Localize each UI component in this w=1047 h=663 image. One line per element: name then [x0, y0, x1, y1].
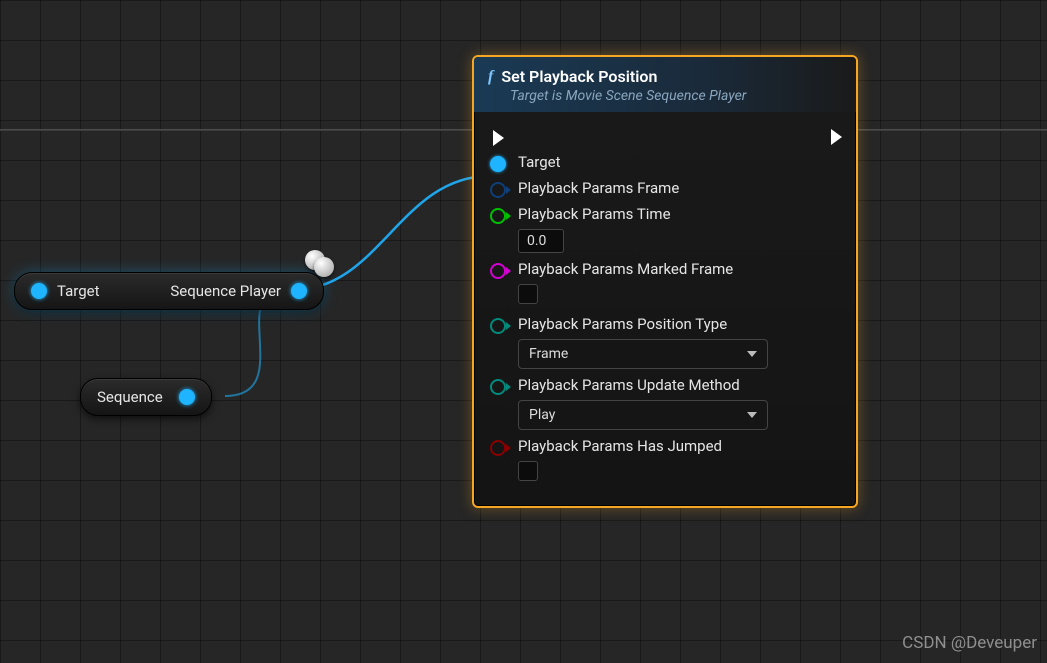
- dropdown-position-type-value: Frame: [529, 346, 568, 362]
- exec-in-pin[interactable]: [493, 130, 504, 146]
- node-set-playback-position[interactable]: f Set Playback Position Target is Movie …: [472, 55, 858, 508]
- input-pin-marked-frame[interactable]: [490, 263, 506, 279]
- label-has-jumped: Playback Params Has Jumped: [518, 437, 842, 455]
- input-pin-time[interactable]: [490, 208, 506, 224]
- input-pin-position-type[interactable]: [490, 318, 506, 334]
- chevron-down-icon: [747, 412, 757, 418]
- node-subtitle: Target is Movie Scene Sequence Player: [510, 88, 842, 104]
- chevron-down-icon: [747, 351, 757, 357]
- pin-label-target: Target: [57, 282, 100, 300]
- label-position-type: Playback Params Position Type: [518, 315, 842, 333]
- reroute-knob-2[interactable]: [314, 257, 334, 277]
- input-pin-update-method[interactable]: [490, 379, 506, 395]
- input-pin-target[interactable]: [31, 283, 47, 299]
- node-sequence-player[interactable]: Target Sequence Player: [14, 272, 324, 310]
- node-sequence[interactable]: Sequence: [80, 378, 212, 416]
- input-time-value[interactable]: 0.0: [518, 229, 564, 253]
- dropdown-position-type[interactable]: Frame: [518, 339, 768, 369]
- dropdown-update-method-value: Play: [529, 407, 555, 423]
- label-update-method: Playback Params Update Method: [518, 376, 842, 394]
- output-pin-sequence-player[interactable]: [291, 283, 307, 299]
- input-pin-object-target[interactable]: [490, 156, 506, 172]
- label-time: Playback Params Time: [518, 205, 842, 223]
- pin-label-sequence-player: Sequence Player: [170, 282, 281, 300]
- exec-out-pin[interactable]: [831, 129, 842, 145]
- input-pin-frame[interactable]: [490, 182, 506, 198]
- blueprint-canvas[interactable]: Target Sequence Player Sequence f Set Pl…: [0, 0, 1047, 663]
- node-header: f Set Playback Position Target is Movie …: [474, 57, 856, 112]
- label-marked-frame: Playback Params Marked Frame: [518, 260, 842, 278]
- watermark-text: CSDN @Deveuper: [902, 633, 1037, 653]
- pin-label-sequence: Sequence: [97, 388, 163, 406]
- input-marked-frame-value[interactable]: [518, 284, 538, 304]
- input-has-jumped-value[interactable]: [518, 461, 538, 481]
- label-target: Target: [518, 153, 561, 171]
- node-title: Set Playback Position: [501, 67, 657, 86]
- function-icon: f: [488, 68, 493, 86]
- label-frame: Playback Params Frame: [518, 179, 679, 197]
- input-pin-has-jumped[interactable]: [490, 440, 506, 456]
- dropdown-update-method[interactable]: Play: [518, 400, 768, 430]
- output-pin-sequence[interactable]: [179, 389, 195, 405]
